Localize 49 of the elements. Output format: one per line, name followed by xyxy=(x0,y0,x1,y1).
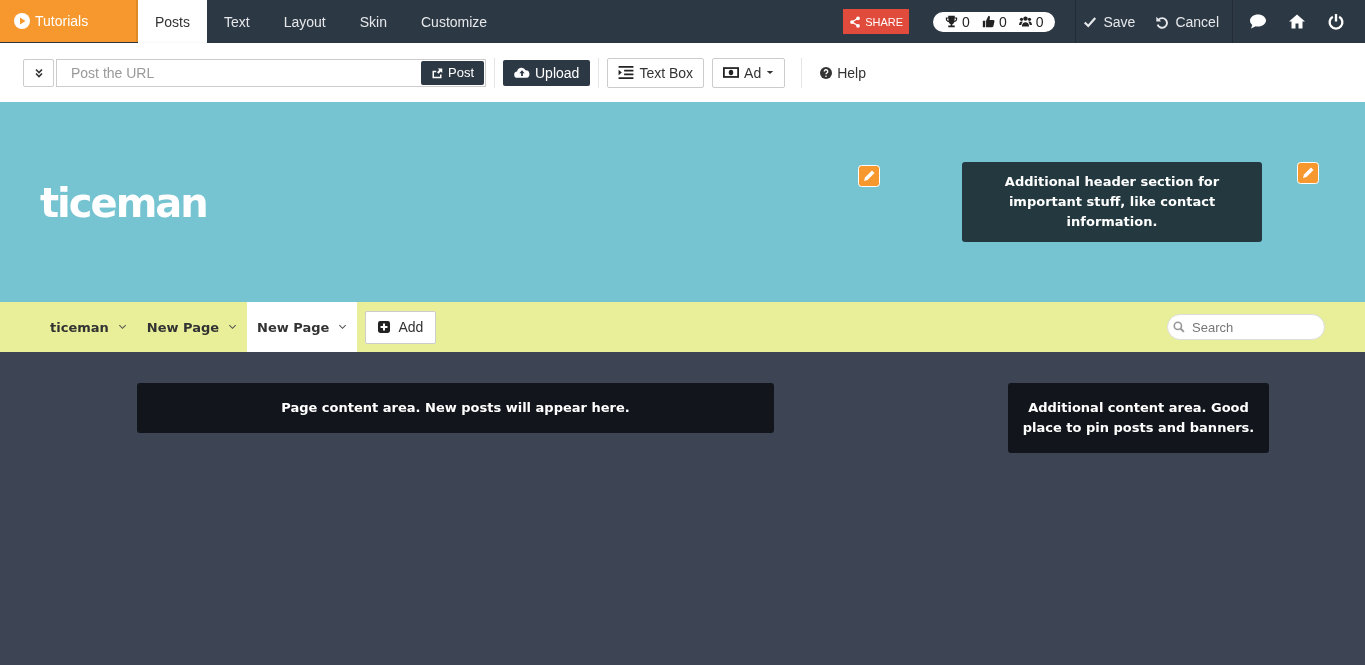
save-button[interactable]: Save xyxy=(1083,13,1136,30)
chevron-down-icon xyxy=(228,324,238,330)
search-icon xyxy=(1173,321,1185,333)
users-icon xyxy=(1018,15,1032,28)
content-area-box: Page content area. New posts will appear here. xyxy=(137,383,774,433)
nav-item[interactable]: New Page xyxy=(247,302,358,352)
url-field[interactable]: Post the URL Post xyxy=(56,58,486,87)
double-chevron-icon xyxy=(33,67,44,78)
caret-icon xyxy=(766,70,775,75)
header-info-box: Additional header section for important stuff, like contact information. xyxy=(962,162,1262,242)
expand-button[interactable] xyxy=(23,58,54,87)
nav-item[interactable]: ticeman xyxy=(40,302,137,352)
cancel-button[interactable]: Cancel xyxy=(1155,13,1219,30)
tab[interactable]: Posts xyxy=(138,0,207,43)
upload-button[interactable]: Upload xyxy=(503,59,591,86)
indent-icon xyxy=(618,66,635,79)
side-content-box: Additional content area. Good place to pin posts and banners. xyxy=(1008,383,1269,453)
share-arrow-icon xyxy=(431,66,443,79)
ad-dropdown[interactable]: Ad xyxy=(712,57,786,88)
chevron-down-icon xyxy=(338,324,348,330)
help-link[interactable]: Help xyxy=(820,64,866,81)
nav-item[interactable]: New Page xyxy=(136,302,248,352)
chat-icon[interactable] xyxy=(1249,13,1267,30)
check-icon xyxy=(1083,14,1098,29)
tab[interactable]: Skin xyxy=(342,0,404,43)
thumbs-up-icon xyxy=(981,15,995,28)
tab[interactable]: Layout xyxy=(266,0,343,43)
text-box-button[interactable]: Text Box xyxy=(607,57,705,88)
share-button[interactable]: SHARE xyxy=(843,9,910,34)
stat-count: 0 xyxy=(962,13,970,30)
search-field[interactable]: Search xyxy=(1167,314,1325,340)
tab[interactable]: Customize xyxy=(404,0,505,43)
post-button[interactable]: Post xyxy=(421,60,484,85)
play-icon xyxy=(14,13,30,29)
stat-count: 0 xyxy=(1035,13,1044,30)
chevron-down-icon xyxy=(117,324,127,330)
site-title: ticeman xyxy=(40,179,207,228)
add-page-button[interactable]: Add xyxy=(365,310,437,344)
cloud-upload-icon xyxy=(514,66,530,79)
tab[interactable]: Text xyxy=(207,0,267,43)
share-icon xyxy=(849,15,862,28)
plus-square-icon xyxy=(378,321,391,333)
question-icon xyxy=(820,66,833,79)
power-icon[interactable] xyxy=(1327,13,1345,30)
trophy-icon xyxy=(945,15,959,28)
undo-icon xyxy=(1155,14,1170,29)
home-icon[interactable] xyxy=(1288,13,1306,30)
banknote-icon xyxy=(723,66,740,79)
stat-count: 0 xyxy=(998,13,1007,30)
